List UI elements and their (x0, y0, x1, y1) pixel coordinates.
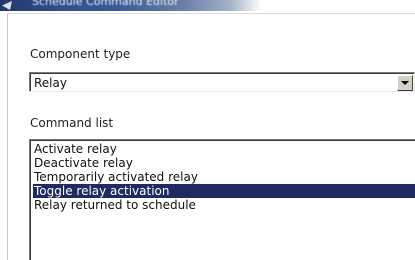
component-type-select-inner: Relay (30, 73, 414, 91)
component-type-dropdown-button[interactable] (397, 75, 413, 91)
titlebar-background: Schedule Command Editor (0, 0, 262, 11)
component-type-value: Relay (34, 76, 67, 90)
command-listbox[interactable]: Activate relay Deactivate relay Temporar… (29, 139, 415, 260)
chevron-down-icon (401, 81, 409, 85)
window-icon (2, 1, 12, 10)
panel-top-border (7, 13, 415, 14)
dialog-window: Schedule Command Editor Component type R… (0, 0, 415, 260)
component-type-select[interactable]: Relay (29, 72, 415, 92)
list-item-relay-returned-to-schedule[interactable]: Relay returned to schedule (33, 198, 415, 212)
list-item-toggle-relay-activation[interactable]: Toggle relay activation (33, 184, 415, 198)
window-titlebar[interactable]: Schedule Command Editor (0, 0, 415, 14)
command-list-label: Command list (30, 116, 114, 130)
component-type-label: Component type (30, 47, 131, 61)
list-item-activate-relay[interactable]: Activate relay (33, 142, 415, 156)
window-title: Schedule Command Editor (32, 0, 179, 8)
list-item-temporarily-activated-relay[interactable]: Temporarily activated relay (33, 170, 415, 184)
panel-left-border (7, 13, 8, 260)
command-listbox-inner: Activate relay Deactivate relay Temporar… (30, 140, 415, 260)
list-item-deactivate-relay[interactable]: Deactivate relay (33, 156, 415, 170)
